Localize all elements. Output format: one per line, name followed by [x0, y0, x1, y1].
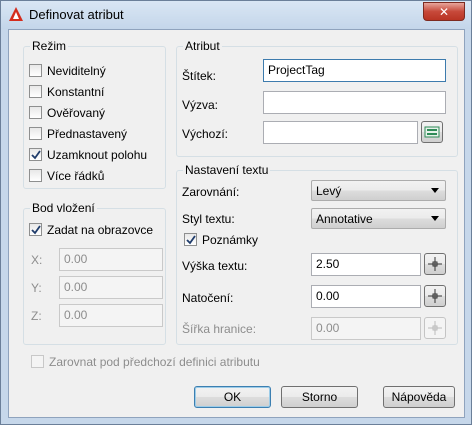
mode-legend: Režim — [30, 39, 69, 53]
cancel-button[interactable]: Storno — [281, 386, 358, 408]
default-input[interactable] — [263, 121, 418, 144]
y-coordinate-field[interactable]: 0.00 — [59, 276, 163, 299]
chevron-down-icon — [431, 216, 439, 221]
multiline-label: Více řádků — [47, 169, 105, 183]
ok-button[interactable]: OK — [194, 386, 271, 408]
autocad-app-icon — [9, 7, 23, 21]
text-height-pick-button[interactable] — [424, 253, 446, 275]
verify-label: Ověřovaný — [47, 106, 106, 120]
annotative-checkbox[interactable] — [184, 233, 197, 246]
rotation-pick-button[interactable] — [424, 285, 446, 307]
help-button[interactable]: Nápověda — [383, 386, 455, 408]
checkmark-icon — [31, 150, 41, 160]
multiline-checkbox[interactable] — [29, 169, 42, 182]
y-label: Y: — [31, 281, 42, 295]
justification-select[interactable]: Levý — [311, 180, 446, 201]
lock-position-label: Uzamknout polohu — [47, 148, 148, 162]
window-title: Definovat atribut — [29, 7, 124, 22]
z-coordinate-field[interactable]: 0.00 — [59, 304, 163, 327]
align-below-label: Zarovnat pod předchozí definici atributu — [49, 355, 260, 369]
justification-label: Zarovnání: — [182, 185, 240, 199]
text-settings-legend: Nastavení textu — [183, 163, 271, 177]
close-icon: ✕ — [438, 4, 450, 19]
lock-position-checkbox[interactable] — [29, 148, 42, 161]
constant-checkbox[interactable] — [29, 85, 42, 98]
tag-input[interactable]: ProjectTag — [263, 59, 446, 82]
boundary-width-pick-button[interactable] — [424, 317, 446, 339]
invisible-label: Neviditelný — [47, 64, 106, 78]
pick-point-icon — [428, 257, 442, 271]
close-button[interactable]: ✕ — [423, 2, 465, 21]
annotative-label: Poznámky — [202, 233, 259, 247]
prompt-label: Výzva: — [182, 98, 219, 112]
checkmark-icon — [186, 235, 196, 245]
rotation-label: Natočení: — [182, 291, 234, 305]
preset-checkbox[interactable] — [29, 127, 42, 140]
title-bar[interactable]: Definovat atribut ✕ — [1, 1, 471, 29]
invisible-checkbox[interactable] — [29, 64, 42, 77]
specify-on-screen-checkbox[interactable] — [29, 223, 42, 236]
justification-value: Levý — [316, 184, 342, 198]
x-label: X: — [31, 253, 43, 267]
tag-label: Štítek: — [182, 69, 217, 83]
dialog-window: Definovat atribut ✕ Režim Neviditelný Ko… — [0, 0, 472, 425]
text-style-select[interactable]: Annotative — [311, 208, 446, 229]
attribute-legend: Atribut — [183, 39, 222, 53]
verify-checkbox[interactable] — [29, 106, 42, 119]
constant-label: Konstantní — [47, 85, 105, 99]
chevron-down-icon — [431, 188, 439, 193]
z-label: Z: — [31, 309, 42, 323]
insert-field-icon — [424, 126, 440, 138]
boundary-width-label: Šířka hranice: — [182, 322, 257, 336]
boundary-width-input[interactable]: 0.00 — [311, 317, 421, 340]
text-height-label: Výška textu: — [182, 259, 248, 273]
insert-field-button[interactable] — [421, 121, 443, 143]
x-coordinate-field[interactable]: 0.00 — [59, 248, 163, 271]
text-style-label: Styl textu: — [182, 212, 235, 226]
checkmark-icon — [31, 225, 41, 235]
align-below-checkbox[interactable] — [31, 355, 44, 368]
preset-label: Přednastavený — [47, 127, 128, 141]
pick-point-icon — [428, 289, 442, 303]
text-height-input[interactable]: 2.50 — [311, 253, 421, 276]
dialog-body: Režim Neviditelný Konstantní Ověřovaný P… — [8, 29, 465, 418]
rotation-input[interactable]: 0.00 — [311, 285, 421, 308]
text-style-value: Annotative — [316, 212, 373, 226]
specify-on-screen-label: Zadat na obrazovce — [47, 223, 154, 237]
prompt-input[interactable] — [263, 91, 446, 114]
default-label: Výchozí: — [182, 127, 229, 141]
insertion-point-legend: Bod vložení — [30, 201, 97, 215]
pick-point-icon — [428, 321, 442, 335]
